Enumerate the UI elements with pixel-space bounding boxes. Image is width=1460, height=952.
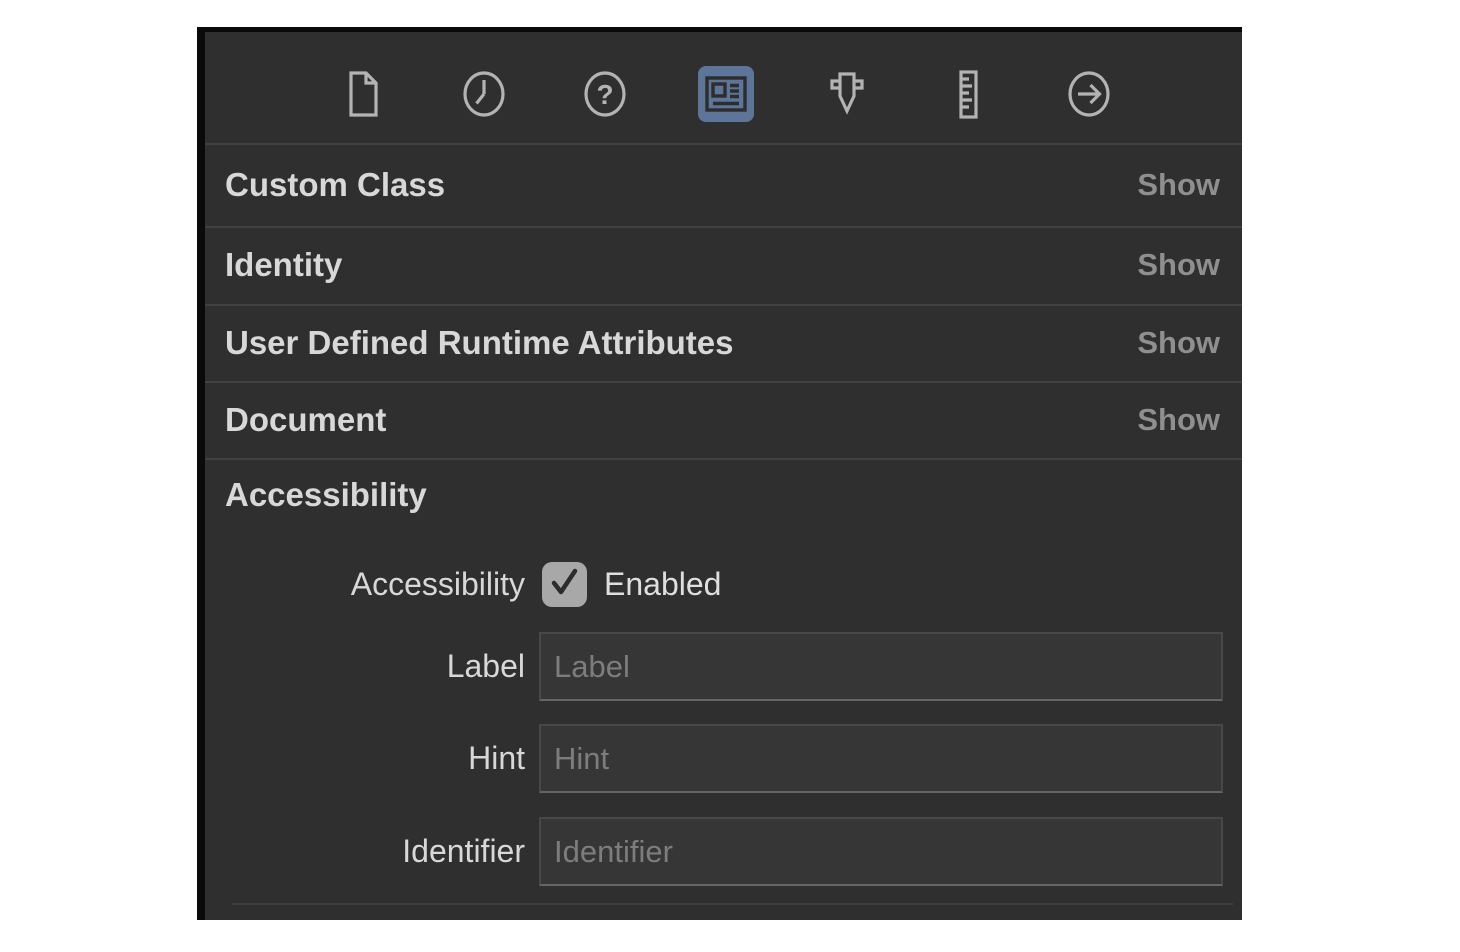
svg-text:?: ?: [596, 79, 613, 110]
section-title: Custom Class: [225, 166, 445, 204]
section-title: Identity: [225, 246, 342, 284]
attributes-plumb-icon: [820, 67, 874, 121]
section-document: Document Show: [205, 381, 1242, 458]
quick-help-inspector-tab[interactable]: ?: [577, 66, 633, 122]
file-icon: [336, 67, 390, 121]
show-button[interactable]: Show: [1137, 167, 1220, 203]
show-button[interactable]: Show: [1137, 325, 1220, 361]
identifier-input[interactable]: [539, 817, 1223, 886]
checkmark-icon: [542, 560, 587, 610]
separator: [232, 903, 1233, 905]
section-user-defined-runtime-attributes: User Defined Runtime Attributes Show: [205, 304, 1242, 381]
file-inspector-tab[interactable]: [335, 66, 391, 122]
hint-input[interactable]: [539, 724, 1223, 793]
accessibility-enabled-row: Accessibility Enabled: [205, 561, 1242, 608]
accessibility-label-row: Label: [205, 632, 1242, 701]
inspector-toolbar: ?: [335, 66, 1117, 122]
identity-inspector-panel: ?: [197, 27, 1242, 920]
accessibility-hint-row: Hint: [205, 724, 1242, 793]
section-identity: Identity Show: [205, 226, 1242, 304]
accessibility-enabled-checkbox[interactable]: [542, 562, 587, 607]
accessibility-row-label: Accessibility: [205, 566, 525, 603]
identifier-field-label: Identifier: [205, 833, 525, 870]
section-accessibility: Accessibility: [205, 458, 1242, 532]
clock-icon: [457, 67, 511, 121]
identity-card-icon: [699, 67, 753, 121]
accessibility-identifier-row: Identifier: [205, 817, 1242, 886]
label-input[interactable]: [539, 632, 1223, 701]
hint-field-label: Hint: [205, 740, 525, 777]
question-mark-icon: ?: [578, 67, 632, 121]
label-field-label: Label: [205, 648, 525, 685]
section-title: Document: [225, 401, 386, 439]
identity-inspector-tab[interactable]: [698, 66, 754, 122]
show-button[interactable]: Show: [1137, 402, 1220, 438]
show-button[interactable]: Show: [1137, 247, 1220, 283]
attributes-inspector-tab[interactable]: [819, 66, 875, 122]
history-inspector-tab[interactable]: [456, 66, 512, 122]
arrow-right-circle-icon: [1062, 67, 1116, 121]
section-title: User Defined Runtime Attributes: [225, 324, 734, 362]
connections-inspector-tab[interactable]: [1061, 66, 1117, 122]
ruler-icon: [941, 67, 995, 121]
checkbox-label: Enabled: [604, 566, 721, 603]
section-title: Accessibility: [225, 476, 427, 514]
section-custom-class: Custom Class Show: [205, 143, 1242, 226]
size-inspector-tab[interactable]: [940, 66, 996, 122]
